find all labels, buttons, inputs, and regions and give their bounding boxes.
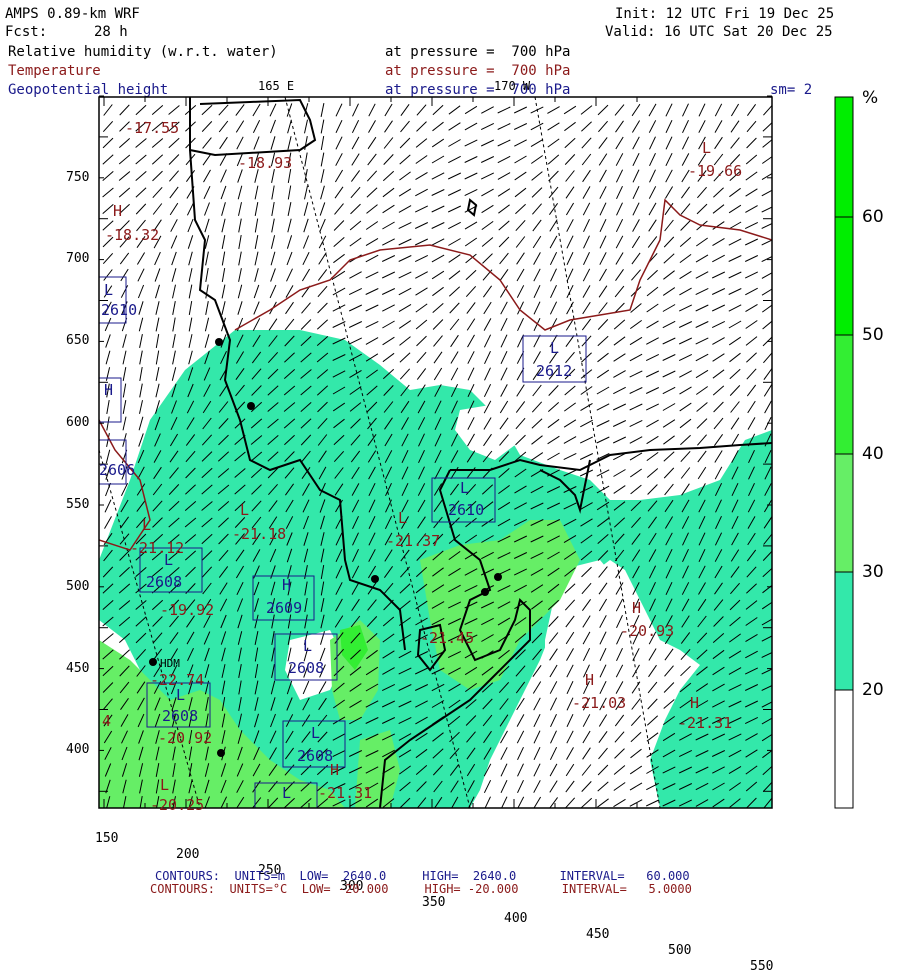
height-label: L <box>303 637 313 655</box>
height-label: 2609 <box>266 599 303 617</box>
temperature-label: L <box>240 501 250 519</box>
temperature-label: H <box>585 671 595 689</box>
height-label: L <box>311 724 321 742</box>
height-label: H <box>104 381 114 399</box>
height-label: L <box>104 281 114 299</box>
temperature-label: -17.55 <box>125 119 180 137</box>
station-dot <box>494 573 502 581</box>
height-label: 2612 <box>536 362 573 380</box>
temperature-label: -21.31 <box>678 714 733 732</box>
station-label: HDM <box>160 657 180 670</box>
y-tick-label: 750 <box>66 170 90 185</box>
height-label: 2608 <box>288 659 325 677</box>
height-label: 2610 <box>448 501 485 519</box>
colorbar-tick: 40 <box>862 444 884 464</box>
height-label: L <box>164 551 174 569</box>
station-dot <box>481 588 489 596</box>
station-dot <box>215 338 223 346</box>
temperature-label: H <box>690 694 700 712</box>
height-label: H <box>282 576 292 594</box>
height-label: 2608 <box>297 747 334 765</box>
height-label: 2608 <box>146 573 183 591</box>
colorbar-tick: 30 <box>862 562 884 582</box>
y-tick-label: 650 <box>66 333 90 348</box>
y-tick-label: 550 <box>66 497 90 512</box>
y-tick-label: 600 <box>66 415 90 430</box>
temperature-label: L <box>160 776 170 794</box>
temperature-label: -18.93 <box>238 154 293 172</box>
station-dot <box>247 402 255 410</box>
height-label: 2608 <box>162 707 199 725</box>
temperature-label: -21.03 <box>572 694 627 712</box>
temperature-label: -20.93 <box>620 622 675 640</box>
x-tick-label: 200 <box>176 847 200 862</box>
temperature-label: 4 <box>102 712 112 730</box>
colorbar <box>834 96 854 809</box>
temperature-label: -19.92 <box>160 601 215 619</box>
height-label: L <box>176 686 186 704</box>
x-axis-labels: 150 200 250 300 350 400 450 500 550 <box>95 815 775 974</box>
temperature-label: L <box>702 139 712 157</box>
height-label: 2610 <box>101 301 138 319</box>
temperature-label: -20.92 <box>158 729 213 747</box>
contour-info-temperature: CONTOURS: UNITS=°C LOW= -20.000 HIGH= -2… <box>150 882 692 896</box>
height-label: 2606 <box>99 461 136 479</box>
colorbar-tick: 60 <box>862 207 884 227</box>
temperature-label: L <box>142 516 152 534</box>
x-tick-label: 550 <box>750 959 774 974</box>
temperature-label: -21.37 <box>386 532 441 550</box>
x-tick-label: 450 <box>586 927 610 942</box>
x-tick-label: 400 <box>504 911 528 926</box>
temperature-label: H <box>113 202 123 220</box>
temperature-label: -19.66 <box>688 162 743 180</box>
y-tick-label: 400 <box>66 742 90 757</box>
temperature-label: -21.45 <box>420 629 475 647</box>
height-label: L <box>550 339 560 357</box>
y-tick-label: 700 <box>66 251 90 266</box>
colorbar-tick: 20 <box>862 680 884 700</box>
colorbar-tick: 50 <box>862 325 884 345</box>
station-dot <box>371 575 379 583</box>
x-tick-label: 350 <box>422 895 446 910</box>
temperature-label: L <box>398 509 408 527</box>
temperature-label: -21.18 <box>232 525 287 543</box>
height-label: L <box>282 784 292 802</box>
y-tick-label: 450 <box>66 661 90 676</box>
station-dot <box>217 749 225 757</box>
temperature-label: -20.25 <box>150 796 205 814</box>
x-tick-label: 500 <box>668 943 692 958</box>
height-label: L <box>460 479 470 497</box>
temperature-label: H <box>632 599 642 617</box>
temperature-label: -21.12 <box>130 539 185 557</box>
y-tick-label: 500 <box>66 579 90 594</box>
colorbar-unit: % <box>862 88 879 108</box>
x-tick-label: 150 <box>95 831 119 846</box>
station-dot <box>149 658 157 666</box>
temperature-label: -21.31 <box>318 784 373 802</box>
temperature-label: -18.32 <box>105 226 160 244</box>
